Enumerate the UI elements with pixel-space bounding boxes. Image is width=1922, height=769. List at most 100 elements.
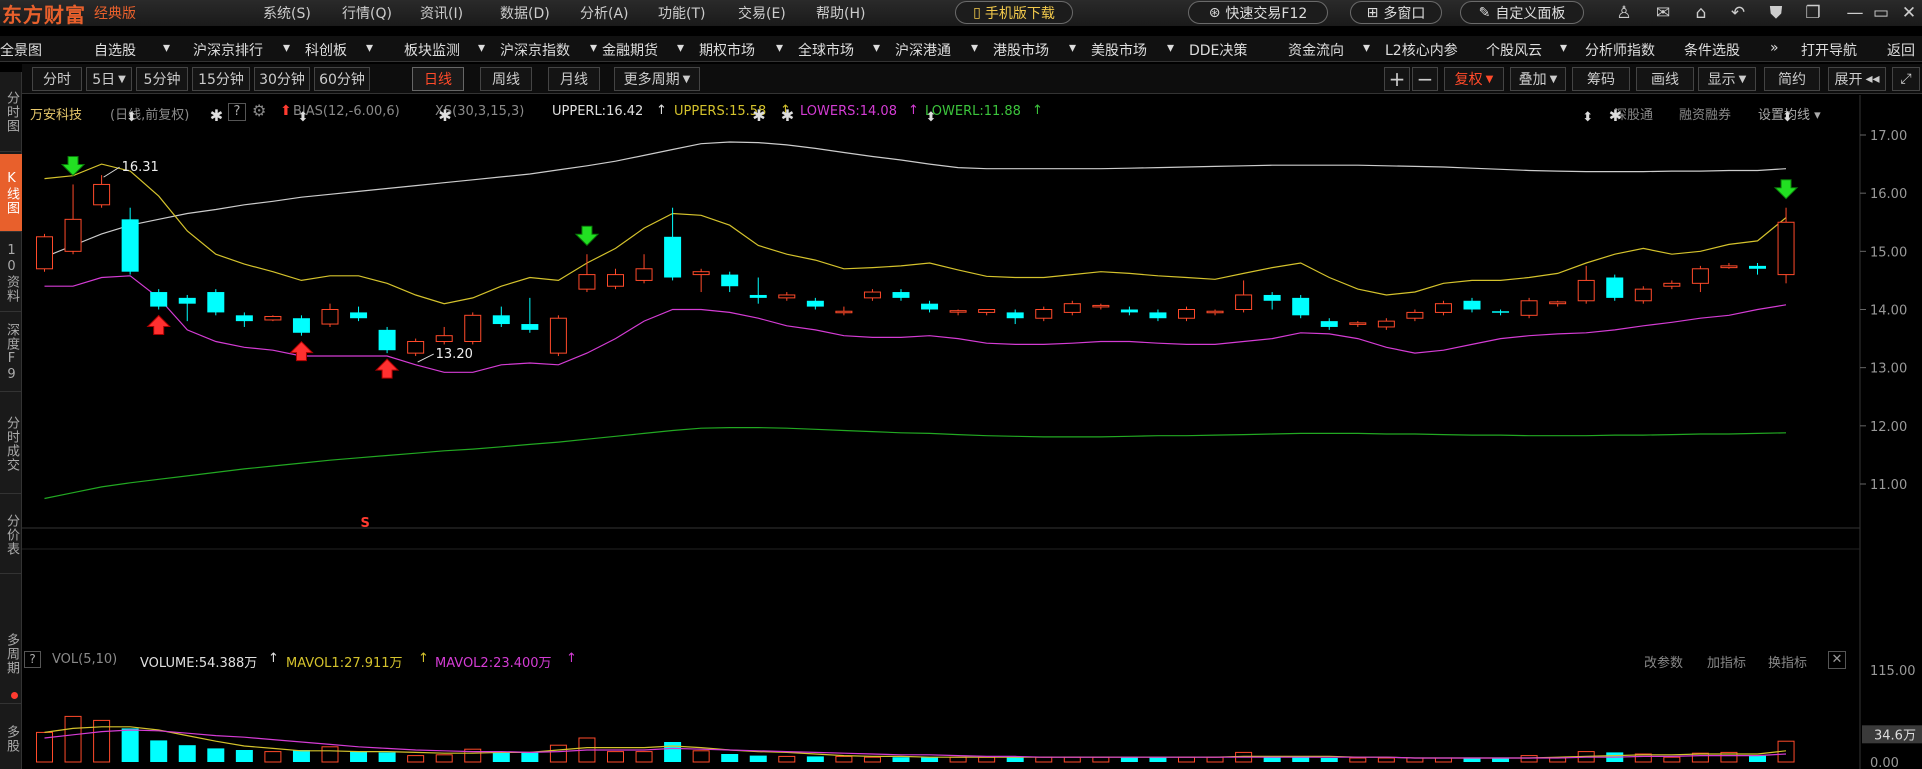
nav-star-market[interactable]: 科创板: [305, 40, 347, 60]
menu-quotes[interactable]: 行情(Q): [342, 3, 392, 23]
nav-futures-dropdown[interactable]: ▾: [677, 40, 684, 56]
nav-index-dropdown[interactable]: ▾: [590, 40, 597, 56]
nav-options-dropdown[interactable]: ▾: [776, 40, 783, 56]
user-icon[interactable]: ♙: [1613, 2, 1635, 24]
zoom-out-button[interactable]: −: [1412, 67, 1438, 91]
menu-data[interactable]: 数据(D): [500, 3, 550, 23]
display-label: 显示: [1707, 72, 1736, 88]
price-tick-label: 14.00: [1870, 304, 1907, 319]
restore-window-icon[interactable]: ❐: [1802, 2, 1824, 24]
period-weekly[interactable]: 周线: [480, 67, 532, 91]
maximize-icon[interactable]: ▭: [1870, 2, 1892, 24]
menu-news[interactable]: 资讯(I): [420, 3, 463, 23]
tab-multi-period[interactable]: 多周期: [0, 604, 22, 704]
display-button[interactable]: 显示 ▼: [1698, 67, 1756, 91]
fuquan-button[interactable]: 复权 ▼: [1444, 67, 1504, 91]
nav-stock-risk[interactable]: 个股风云: [1486, 40, 1542, 60]
tab-kline[interactable]: K线图: [0, 154, 22, 232]
chips-button[interactable]: 筹码: [1572, 67, 1630, 91]
menu-trade[interactable]: 交易(E): [738, 3, 786, 23]
period-30min[interactable]: 30分钟: [254, 67, 310, 91]
nav-global[interactable]: 全球市场: [798, 40, 854, 60]
fullscreen-icon[interactable]: ⤢: [1892, 67, 1920, 91]
candle-body-down: [1492, 311, 1510, 313]
menu-analysis[interactable]: 分析(A): [580, 3, 629, 23]
nav-index[interactable]: 沪深京指数: [500, 40, 570, 60]
nav-fund-flow-dropdown[interactable]: ▾: [1363, 40, 1370, 56]
close-icon[interactable]: ✕: [1898, 2, 1920, 24]
collapse-left-icon: ◂◂: [1865, 71, 1880, 87]
candle-body-down: [1606, 277, 1624, 298]
period-5day[interactable]: 5日 ▼: [86, 67, 132, 91]
multi-window-label: 多窗口: [1383, 5, 1426, 22]
nav-ranking-dropdown[interactable]: ▾: [283, 40, 290, 56]
period-60min[interactable]: 60分钟: [314, 67, 370, 91]
period-more[interactable]: 更多周期 ▼: [614, 67, 700, 91]
multi-window-button[interactable]: ⊞ 多窗口: [1350, 1, 1442, 24]
nav-hk-dropdown[interactable]: ▾: [1069, 40, 1076, 56]
nav-more-chevron[interactable]: »: [1770, 40, 1779, 56]
nav-l2[interactable]: L2核心内参: [1385, 40, 1458, 60]
nav-panorama[interactable]: 全景图: [0, 40, 42, 60]
period-5min[interactable]: 5分钟: [136, 67, 188, 91]
nav-analyst-index[interactable]: 分析师指数: [1585, 40, 1655, 60]
mail-icon[interactable]: ✉: [1652, 2, 1674, 24]
nav-futures[interactable]: 金融期货: [602, 40, 658, 60]
menu-help[interactable]: 帮助(H): [816, 3, 865, 23]
menu-system[interactable]: 系统(S): [263, 3, 311, 23]
volume-bar-down: [378, 752, 396, 762]
price-tick-label: 17.00: [1870, 129, 1907, 144]
nav-back[interactable]: 返回: [1887, 40, 1915, 60]
candle-body-down: [492, 315, 510, 325]
expand-button[interactable]: 展开 ◂◂: [1828, 67, 1886, 91]
nav-ranking[interactable]: 沪深京排行: [193, 40, 263, 60]
tab-f10[interactable]: 10资料: [0, 234, 22, 312]
nav-sector-monitor-dropdown[interactable]: ▾: [478, 40, 485, 56]
nav-open-guide[interactable]: 打开导航: [1801, 40, 1857, 60]
tab-price-volume[interactable]: 分价表: [0, 496, 22, 574]
nav-connect-dropdown[interactable]: ▾: [971, 40, 978, 56]
shirt-icon[interactable]: ⛊: [1765, 2, 1787, 24]
tab-ticks[interactable]: 分时成交: [0, 394, 22, 494]
home-icon[interactable]: ⌂: [1690, 2, 1712, 24]
nav-global-dropdown[interactable]: ▾: [873, 40, 880, 56]
nav-sector-monitor[interactable]: 板块监测: [404, 40, 460, 60]
nav-watchlist[interactable]: 自选股: [94, 40, 136, 60]
tab-depth[interactable]: 深度F9: [0, 314, 22, 392]
draw-line-button[interactable]: 画线: [1636, 67, 1694, 91]
nav-stock-risk-dropdown[interactable]: ▾: [1560, 40, 1567, 56]
nav-dde[interactable]: DDE决策: [1189, 40, 1247, 60]
nav-connect[interactable]: 沪深港通: [895, 40, 951, 60]
tab-intraday[interactable]: 分时图: [0, 72, 22, 152]
minimize-icon[interactable]: —: [1844, 2, 1866, 24]
kline-svg[interactable]: 17.00 16.00 15.00 14.00 13.00 12.00 11.00 16.31…: [22, 95, 1922, 769]
back-icon[interactable]: ↶: [1727, 2, 1749, 24]
nav-stock-screener[interactable]: 条件选股: [1684, 40, 1740, 60]
nav-star-market-dropdown[interactable]: ▾: [366, 40, 373, 56]
candle-body-down: [1292, 297, 1310, 316]
nav-fund-flow[interactable]: 资金流向: [1288, 40, 1344, 60]
nav-us-dropdown[interactable]: ▾: [1167, 40, 1174, 56]
tab-multi-stock[interactable]: 多股: [0, 708, 22, 769]
s-marker: S: [361, 516, 370, 531]
overlay-button[interactable]: 叠加 ▼: [1510, 67, 1566, 91]
menu-function[interactable]: 功能(T): [658, 3, 705, 23]
period-daily[interactable]: 日线: [412, 67, 464, 91]
period-15min[interactable]: 15分钟: [192, 67, 250, 91]
period-monthly[interactable]: 月线: [548, 67, 600, 91]
custom-panel-button[interactable]: ✎ 自定义面板: [1460, 1, 1584, 24]
nav-us[interactable]: 美股市场: [1091, 40, 1147, 60]
candle-body-up: [36, 236, 53, 270]
kline-chart-area[interactable]: 万安科技 (日线,前复权) ? ⚙ ⬆ BIAS(12,-6.00,6) XS(…: [22, 95, 1922, 769]
nav-hk[interactable]: 港股市场: [993, 40, 1049, 60]
nav-options[interactable]: 期权市场: [699, 40, 755, 60]
title-bar: 东方财富 经典版 系统(S) 行情(Q) 资讯(I) 数据(D) 分析(A) 功…: [0, 0, 1922, 27]
fast-trade-button[interactable]: ⊛ 快速交易F12: [1188, 1, 1328, 24]
period-intraday[interactable]: 分时: [32, 67, 82, 91]
simple-mode-button[interactable]: 简约: [1764, 67, 1820, 91]
zoom-in-button[interactable]: +: [1384, 67, 1410, 91]
mobile-download-button[interactable]: ▯ 手机版下载: [955, 1, 1073, 24]
nav-watchlist-dropdown[interactable]: ▾: [163, 40, 170, 56]
candle-body-up: [464, 314, 482, 342]
candle-body-down: [1149, 312, 1167, 319]
